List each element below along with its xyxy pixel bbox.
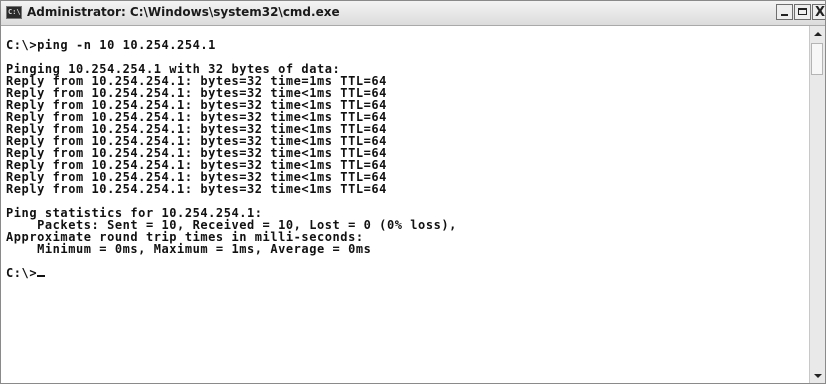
text-cursor bbox=[37, 275, 46, 277]
cmd-icon: C:\ bbox=[6, 6, 22, 19]
console-line: Reply from 10.254.254.1: bytes=32 time=1… bbox=[6, 74, 387, 88]
prompt-line[interactable]: C:\> bbox=[6, 266, 806, 280]
scrollbar-thumb[interactable] bbox=[811, 43, 823, 75]
console-line: Reply from 10.254.254.1: bytes=32 time<1… bbox=[6, 122, 387, 136]
prompt-text: C:\> bbox=[6, 266, 38, 280]
console-line: Minimum = 0ms, Maximum = 1ms, Average = … bbox=[6, 242, 372, 256]
arrow-up-icon bbox=[813, 31, 822, 36]
title-bar[interactable]: C:\ Administrator: C:\Windows\system32\c… bbox=[1, 1, 825, 26]
console-line: C:\>ping -n 10 10.254.254.1 bbox=[6, 38, 216, 52]
cmd-window: C:\ Administrator: C:\Windows\system32\c… bbox=[0, 0, 826, 384]
console-line: Reply from 10.254.254.1: bytes=32 time<1… bbox=[6, 146, 387, 160]
maximize-icon[interactable] bbox=[794, 4, 811, 20]
window-title: Administrator: C:\Windows\system32\cmd.e… bbox=[27, 5, 340, 19]
vertical-scrollbar[interactable] bbox=[809, 26, 825, 383]
window-controls bbox=[776, 4, 825, 21]
scroll-down-button[interactable] bbox=[810, 368, 825, 383]
console-line: Reply from 10.254.254.1: bytes=32 time<1… bbox=[6, 86, 387, 100]
minimize-icon[interactable] bbox=[776, 4, 793, 20]
scroll-up-button[interactable] bbox=[810, 26, 825, 41]
console-line: Reply from 10.254.254.1: bytes=32 time<1… bbox=[6, 110, 387, 124]
console-line: Reply from 10.254.254.1: bytes=32 time<1… bbox=[6, 134, 387, 148]
console-line: Reply from 10.254.254.1: bytes=32 time<1… bbox=[6, 158, 387, 172]
console-output[interactable]: C:\>ping -n 10 10.254.254.1 Pinging 10.2… bbox=[6, 26, 806, 383]
close-icon[interactable] bbox=[812, 4, 825, 20]
arrow-down-icon bbox=[813, 373, 822, 378]
console-line: Reply from 10.254.254.1: bytes=32 time<1… bbox=[6, 182, 387, 196]
console-line: Ping statistics for 10.254.254.1: bbox=[6, 206, 263, 220]
console-line: Packets: Sent = 10, Received = 10, Lost … bbox=[6, 218, 457, 232]
console-line: Reply from 10.254.254.1: bytes=32 time<1… bbox=[6, 98, 387, 112]
console-line: Reply from 10.254.254.1: bytes=32 time<1… bbox=[6, 170, 387, 184]
console-line: Pinging 10.254.254.1 with 32 bytes of da… bbox=[6, 62, 341, 76]
